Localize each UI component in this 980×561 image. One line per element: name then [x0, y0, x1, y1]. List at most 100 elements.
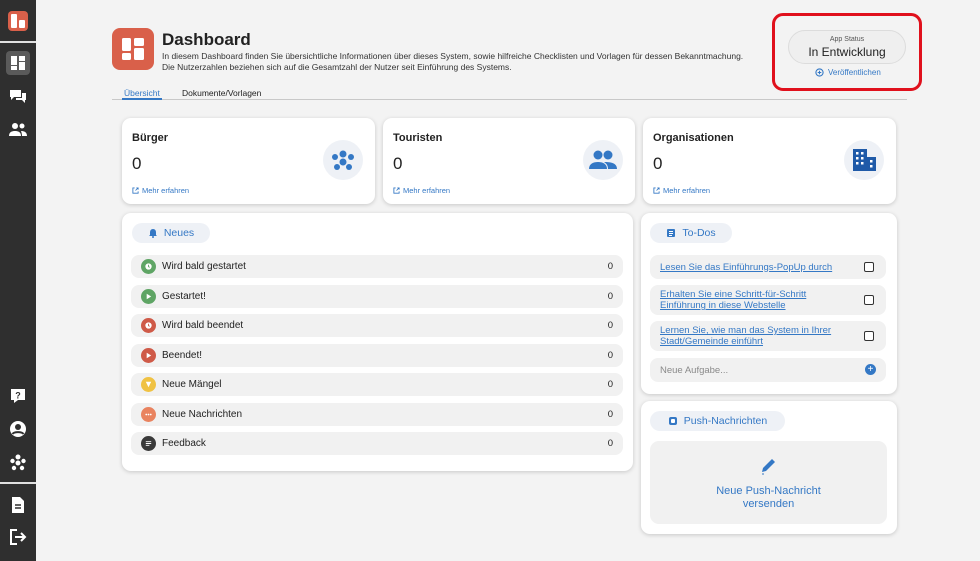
stat-value: 0	[653, 154, 663, 173]
new-task-input[interactable]: Neue Aufgabe... +	[650, 358, 886, 382]
users-icon	[9, 123, 27, 136]
app-status-value: In Entwicklung	[808, 45, 886, 59]
news-item-feedback[interactable]: Feedback 0	[131, 432, 623, 455]
sidebar-item-documents[interactable]	[6, 493, 30, 517]
sidebar-item-logout[interactable]	[6, 525, 30, 549]
news-item-label: Gestartet!	[162, 291, 206, 302]
todo-checkbox[interactable]	[864, 331, 874, 341]
news-card: Neues Wird bald gestartet 0 Gestartet! 0…	[122, 213, 633, 471]
sidebar: ?	[0, 0, 36, 561]
dashboard-icon	[11, 56, 25, 70]
page-description: In diesem Dashboard finden Sie übersicht…	[162, 51, 744, 72]
push-card: Push-Nachrichten Neue Push-Nachricht ver…	[641, 401, 897, 534]
app-status-label: App Status	[829, 36, 865, 43]
app-logo-icon[interactable]	[6, 9, 30, 33]
new-push-button[interactable]: Neue Push-Nachricht versenden	[650, 441, 887, 524]
stat-card-citizens: Bürger 0 Mehr erfahren	[122, 118, 375, 204]
todo-item[interactable]: Lernen Sie, wie man das System in Ihrer …	[650, 321, 886, 351]
news-item-count: 0	[607, 438, 613, 449]
sidebar-item-profile[interactable]	[6, 417, 30, 441]
push-notification-icon	[668, 417, 677, 425]
learn-more-link[interactable]: Mehr erfahren	[653, 186, 710, 195]
play-icon	[141, 348, 156, 363]
play-icon	[141, 289, 156, 304]
learn-more-label: Mehr erfahren	[403, 186, 451, 195]
building-icon	[844, 140, 884, 180]
dashboard-logo-icon	[112, 28, 154, 70]
todo-item[interactable]: Lesen Sie das Einführungs-PopUp durch	[650, 255, 886, 279]
sidebar-item-help[interactable]: ?	[6, 384, 30, 408]
logout-icon	[10, 529, 27, 545]
todo-card: To-Dos Lesen Sie das Einführungs-PopUp d…	[641, 213, 897, 394]
new-task-placeholder: Neue Aufgabe...	[660, 364, 729, 376]
external-link-icon	[132, 187, 139, 194]
add-task-icon[interactable]: +	[865, 364, 876, 375]
push-title: Push-Nachrichten	[683, 415, 768, 427]
citizens-icon	[323, 140, 363, 180]
todo-checkbox[interactable]	[864, 295, 874, 305]
tab-documents[interactable]: Dokumente/Vorlagen	[182, 88, 261, 100]
feedback-icon	[141, 436, 156, 451]
external-link-icon	[653, 187, 660, 194]
help-icon: ?	[11, 389, 25, 403]
stat-title: Organisationen	[653, 132, 734, 144]
learn-more-link[interactable]: Mehr erfahren	[393, 186, 450, 195]
sidebar-divider	[0, 41, 36, 43]
list-icon	[667, 229, 676, 237]
sidebar-item-community[interactable]	[6, 450, 30, 474]
news-item-started[interactable]: Gestartet! 0	[131, 285, 623, 308]
stat-card-tourists: Touristen 0 Mehr erfahren	[383, 118, 635, 204]
warning-icon	[141, 377, 156, 392]
news-item-count: 0	[607, 409, 613, 420]
sidebar-item-dashboard[interactable]	[6, 51, 30, 75]
learn-more-link[interactable]: Mehr erfahren	[132, 186, 189, 195]
tourists-icon	[583, 140, 623, 180]
publish-label: Veröffentlichen	[828, 68, 881, 77]
push-header: Push-Nachrichten	[650, 411, 785, 431]
stat-title: Bürger	[132, 132, 169, 144]
learn-more-label: Mehr erfahren	[663, 186, 711, 195]
svg-text:?: ?	[15, 391, 21, 401]
todo-item-label[interactable]: Erhalten Sie eine Schritt-für-Schritt Ei…	[660, 289, 852, 311]
news-item-new-messages[interactable]: Neue Nachrichten 0	[131, 403, 623, 426]
todo-checkbox[interactable]	[864, 262, 874, 272]
news-item-count: 0	[607, 379, 613, 390]
news-item-label: Wird bald beendet	[162, 320, 244, 331]
tab-overview[interactable]: Übersicht	[122, 88, 162, 100]
todo-item-label[interactable]: Lesen Sie das Einführungs-PopUp durch	[660, 262, 832, 273]
stat-card-organizations: Organisationen 0 Mehr erfahren	[643, 118, 896, 204]
todo-title: To-Dos	[682, 227, 716, 239]
external-link-icon	[393, 187, 400, 194]
news-item-starting-soon[interactable]: Wird bald gestartet 0	[131, 255, 623, 278]
publish-button[interactable]: Veröffentlichen	[815, 68, 881, 77]
news-item-count: 0	[607, 320, 613, 331]
news-item-label: Neue Nachrichten	[162, 409, 243, 420]
news-item-count: 0	[607, 350, 613, 361]
sidebar-item-messages[interactable]	[6, 84, 30, 108]
community-icon	[10, 454, 26, 471]
account-icon	[10, 421, 26, 437]
news-item-count: 0	[607, 291, 613, 302]
stat-value: 0	[132, 154, 142, 173]
news-item-label: Feedback	[162, 438, 206, 449]
news-title: Neues	[163, 227, 195, 239]
todo-item-label[interactable]: Lernen Sie, wie man das System in Ihrer …	[660, 325, 852, 347]
add-circle-icon	[815, 68, 824, 77]
news-item-ended[interactable]: Beendet! 0	[131, 344, 623, 367]
document-icon	[12, 497, 24, 513]
page-title: Dashboard	[162, 30, 251, 49]
stat-value: 0	[393, 154, 403, 173]
news-item-label: Beendet!	[162, 350, 203, 361]
news-item-label: Neue Mängel	[162, 379, 222, 390]
news-header: Neues	[132, 223, 210, 243]
pencil-icon	[761, 459, 775, 475]
sidebar-item-users[interactable]	[6, 117, 30, 141]
new-push-label: Neue Push-Nachricht versenden	[716, 485, 821, 510]
sidebar-divider	[0, 482, 36, 484]
news-item-new-defects[interactable]: Neue Mängel 0	[131, 373, 623, 396]
news-item-count: 0	[607, 261, 613, 272]
app-status-badge: App Status In Entwicklung	[788, 30, 906, 64]
message-icon	[141, 407, 156, 422]
news-item-ending-soon[interactable]: Wird bald beendet 0	[131, 314, 623, 337]
todo-item[interactable]: Erhalten Sie eine Schritt-für-Schritt Ei…	[650, 285, 886, 315]
